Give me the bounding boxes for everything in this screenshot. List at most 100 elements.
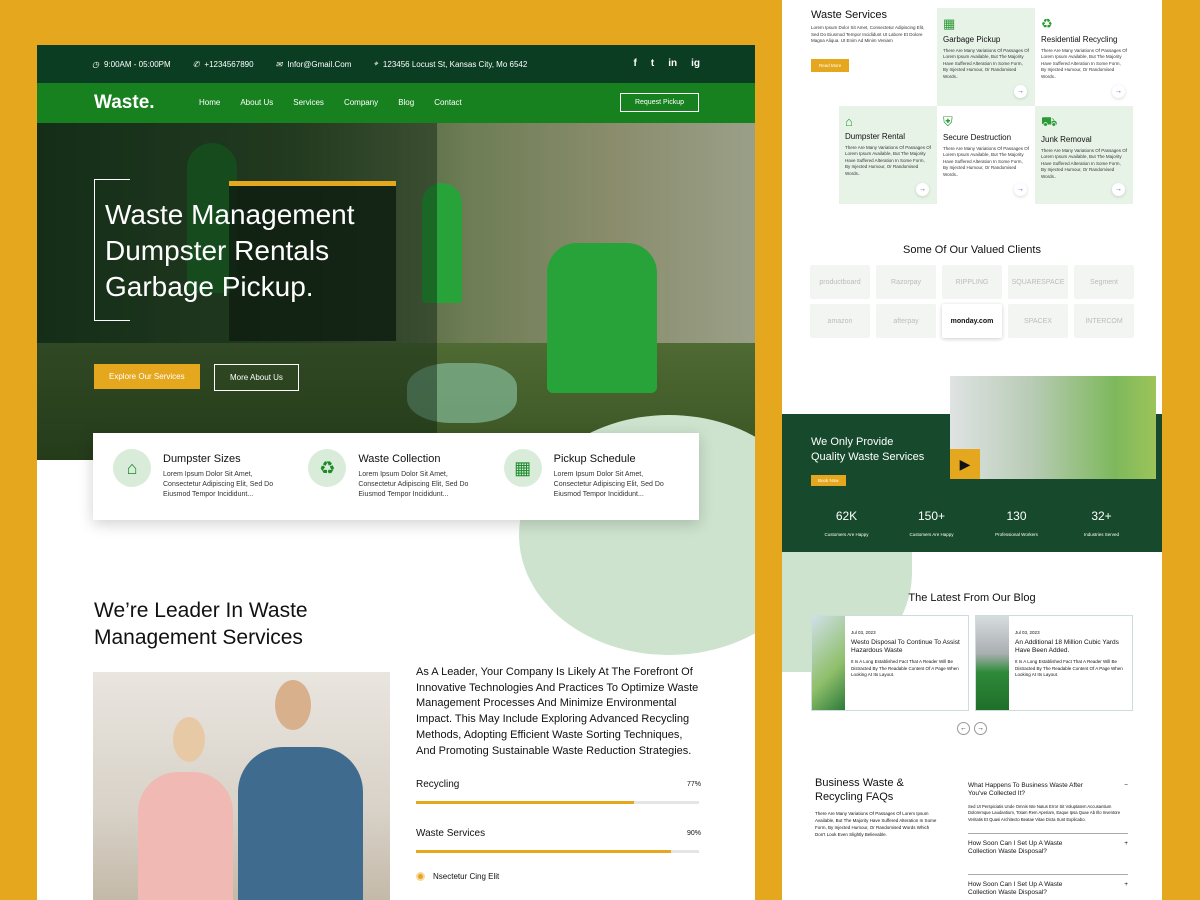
service-card-secure-destruction[interactable]: ⛨Secure DestructionThere Are Many Variat… xyxy=(937,106,1035,204)
client-logo: Segment xyxy=(1074,265,1134,299)
client-logo: productboard xyxy=(810,265,870,299)
phone-icon: ✆ xyxy=(193,60,200,69)
waste-collection-icon: ♻ xyxy=(308,449,346,487)
hero-title: Waste Management Dumpster Rentals Garbag… xyxy=(105,197,355,305)
faq-item[interactable]: How Soon Can I Set Up A Waste Collection… xyxy=(968,874,1128,900)
clients-title: Some Of Our Valued Clients xyxy=(782,244,1162,256)
service-card-dumpster-rental[interactable]: ⌂Dumpster RentalThere Are Many Variation… xyxy=(839,106,937,204)
faq-item[interactable]: How Soon Can I Set Up A Waste Collection… xyxy=(968,833,1128,862)
arrow-right-icon[interactable]: → xyxy=(1014,85,1027,98)
progress-fill xyxy=(416,850,671,853)
instagram-icon[interactable]: ig xyxy=(691,58,700,69)
nav-contact[interactable]: Contact xyxy=(434,98,462,107)
dumpster-icon: ⌂ xyxy=(113,449,151,487)
stats-row: 62KCustomers Are Happy 150+Customers Are… xyxy=(804,509,1144,541)
hero-section: Waste Management Dumpster Rentals Garbag… xyxy=(37,123,755,460)
email[interactable]: ✉Infor@Gmail.Com xyxy=(276,60,352,69)
explore-services-button[interactable]: Explore Our Services xyxy=(94,364,200,389)
hours: ◷9:00AM - 05:00PM xyxy=(92,60,171,69)
blog-title: The Latest From Our Blog xyxy=(782,592,1162,604)
client-logo: monday.com xyxy=(942,304,1002,338)
about-heading: We’re Leader In Waste Management Service… xyxy=(94,597,308,651)
photo-face xyxy=(173,717,205,762)
dumpster-icon: ⌂ xyxy=(845,114,931,129)
request-pickup-button[interactable]: Request Pickup xyxy=(620,93,699,112)
more-about-us-button[interactable]: More About Us xyxy=(214,364,299,391)
service-card-residential-recycling[interactable]: ♻Residential RecyclingThere Are Many Var… xyxy=(1035,8,1133,106)
nav-about[interactable]: About Us xyxy=(240,98,273,107)
stat-item: 62KCustomers Are Happy xyxy=(804,509,889,541)
feature-dumpster-sizes[interactable]: ⌂ Dumpster SizesLorem Ipsum Dolor Sit Am… xyxy=(113,449,288,504)
bullet-item: Nsectetur Cing Elit xyxy=(416,869,701,885)
photo-person-woman xyxy=(138,772,233,900)
recycle-icon: ♻ xyxy=(1041,16,1127,32)
calendar-icon: ▦ xyxy=(943,16,1029,32)
client-logo: Razorpay xyxy=(876,265,936,299)
blog-card[interactable]: Jul 03, 2023Westo Disposal To Continue T… xyxy=(811,615,969,711)
features-card: ⌂ Dumpster SizesLorem Ipsum Dolor Sit Am… xyxy=(93,433,699,520)
stat-item: 150+Customers Are Happy xyxy=(889,509,974,541)
client-logo: SPACEX xyxy=(1008,304,1068,338)
calendar-icon: ▦ xyxy=(504,449,542,487)
client-logo: SQUARESPACE xyxy=(1008,265,1068,299)
quality-title: We Only Provide Quality Waste Services xyxy=(811,435,924,465)
expand-icon[interactable]: + xyxy=(1124,881,1128,897)
progress-bar xyxy=(416,801,699,804)
photo-face xyxy=(275,680,311,730)
progress-fill xyxy=(416,801,634,804)
service-card-garbage-pickup[interactable]: ▦Garbage PickupThere Are Many Variations… xyxy=(937,8,1035,106)
nav-blog[interactable]: Blog xyxy=(398,98,414,107)
main-nav: Waste. Home About Us Services Company Bl… xyxy=(37,83,755,123)
nav-company[interactable]: Company xyxy=(344,98,378,107)
junk-icon: ⛟ xyxy=(1041,114,1127,132)
clock-icon: ◷ xyxy=(92,60,99,69)
arrow-right-icon[interactable]: → xyxy=(1014,183,1027,196)
twitter-icon[interactable]: t xyxy=(651,58,654,69)
shield-icon: ⛨ xyxy=(943,114,1029,130)
feature-waste-collection[interactable]: ♻ Waste CollectionLorem Ipsum Dolor Sit … xyxy=(308,449,483,504)
faq-item[interactable]: What Happens To Business Waste After You… xyxy=(968,776,1128,804)
nav-menu: Home About Us Services Company Blog Cont… xyxy=(199,98,462,107)
carousel-next-button[interactable]: → xyxy=(974,722,987,735)
nav-home[interactable]: Home xyxy=(199,98,220,107)
services-intro: Waste Services Lorem Ipsum Dolor Sit Ame… xyxy=(811,9,931,72)
team-photo xyxy=(93,672,390,900)
read-more-button[interactable]: Read More xyxy=(811,59,849,72)
phone[interactable]: ✆+1234567890 xyxy=(193,60,254,69)
client-logo: afterpay xyxy=(876,304,936,338)
location-icon: ⌖ xyxy=(373,59,378,69)
nav-services[interactable]: Services xyxy=(293,98,324,107)
top-info-bar: ◷9:00AM - 05:00PM ✆+1234567890 ✉Infor@Gm… xyxy=(37,45,755,83)
mail-icon: ✉ xyxy=(276,60,283,69)
progress-recycling: Recycling77% xyxy=(416,777,701,804)
linkedin-icon[interactable]: in xyxy=(668,58,677,69)
client-logos: productboard Razorpay RIPPLING SQUARESPA… xyxy=(810,265,1135,338)
play-button[interactable]: ▶ xyxy=(950,449,980,479)
arrow-right-icon[interactable]: → xyxy=(916,183,929,196)
blog-image xyxy=(812,616,845,710)
social-links: f t in ig xyxy=(634,58,700,69)
hero-image-volunteer xyxy=(547,243,657,393)
expand-icon[interactable]: + xyxy=(1124,840,1128,856)
homepage-left-panel: ◷9:00AM - 05:00PM ✆+1234567890 ✉Infor@Gm… xyxy=(37,45,755,900)
about-content: As A Leader, Your Company Is Likely At T… xyxy=(416,665,701,884)
logo[interactable]: Waste. xyxy=(94,92,155,114)
carousel-prev-button[interactable]: ← xyxy=(957,722,970,735)
stat-item: 32+Industries Served xyxy=(1059,509,1144,541)
photo-person-man xyxy=(238,747,363,900)
progress-bar xyxy=(416,850,699,853)
book-now-button[interactable]: Book Now xyxy=(811,475,846,486)
homepage-right-panel: Waste Services Lorem Ipsum Dolor Sit Ame… xyxy=(782,0,1162,900)
blog-image xyxy=(976,616,1009,710)
stat-item: 130Professional Workers xyxy=(974,509,1059,541)
feature-pickup-schedule[interactable]: ▦ Pickup ScheduleLorem Ipsum Dolor Sit A… xyxy=(504,449,679,504)
facebook-icon[interactable]: f xyxy=(634,58,637,69)
blog-card[interactable]: Jul 03, 2023An Additional 18 Million Cub… xyxy=(975,615,1133,711)
client-logo: INTERCOM xyxy=(1074,304,1134,338)
client-logo: amazon xyxy=(810,304,870,338)
arrow-right-icon[interactable]: → xyxy=(1112,183,1125,196)
arrow-right-icon[interactable]: → xyxy=(1112,85,1125,98)
faq-list: What Happens To Business Waste After You… xyxy=(968,776,1128,900)
service-card-junk-removal[interactable]: ⛟Junk RemovalThere Are Many Variations O… xyxy=(1035,106,1133,204)
collapse-icon[interactable]: − xyxy=(1124,782,1128,798)
